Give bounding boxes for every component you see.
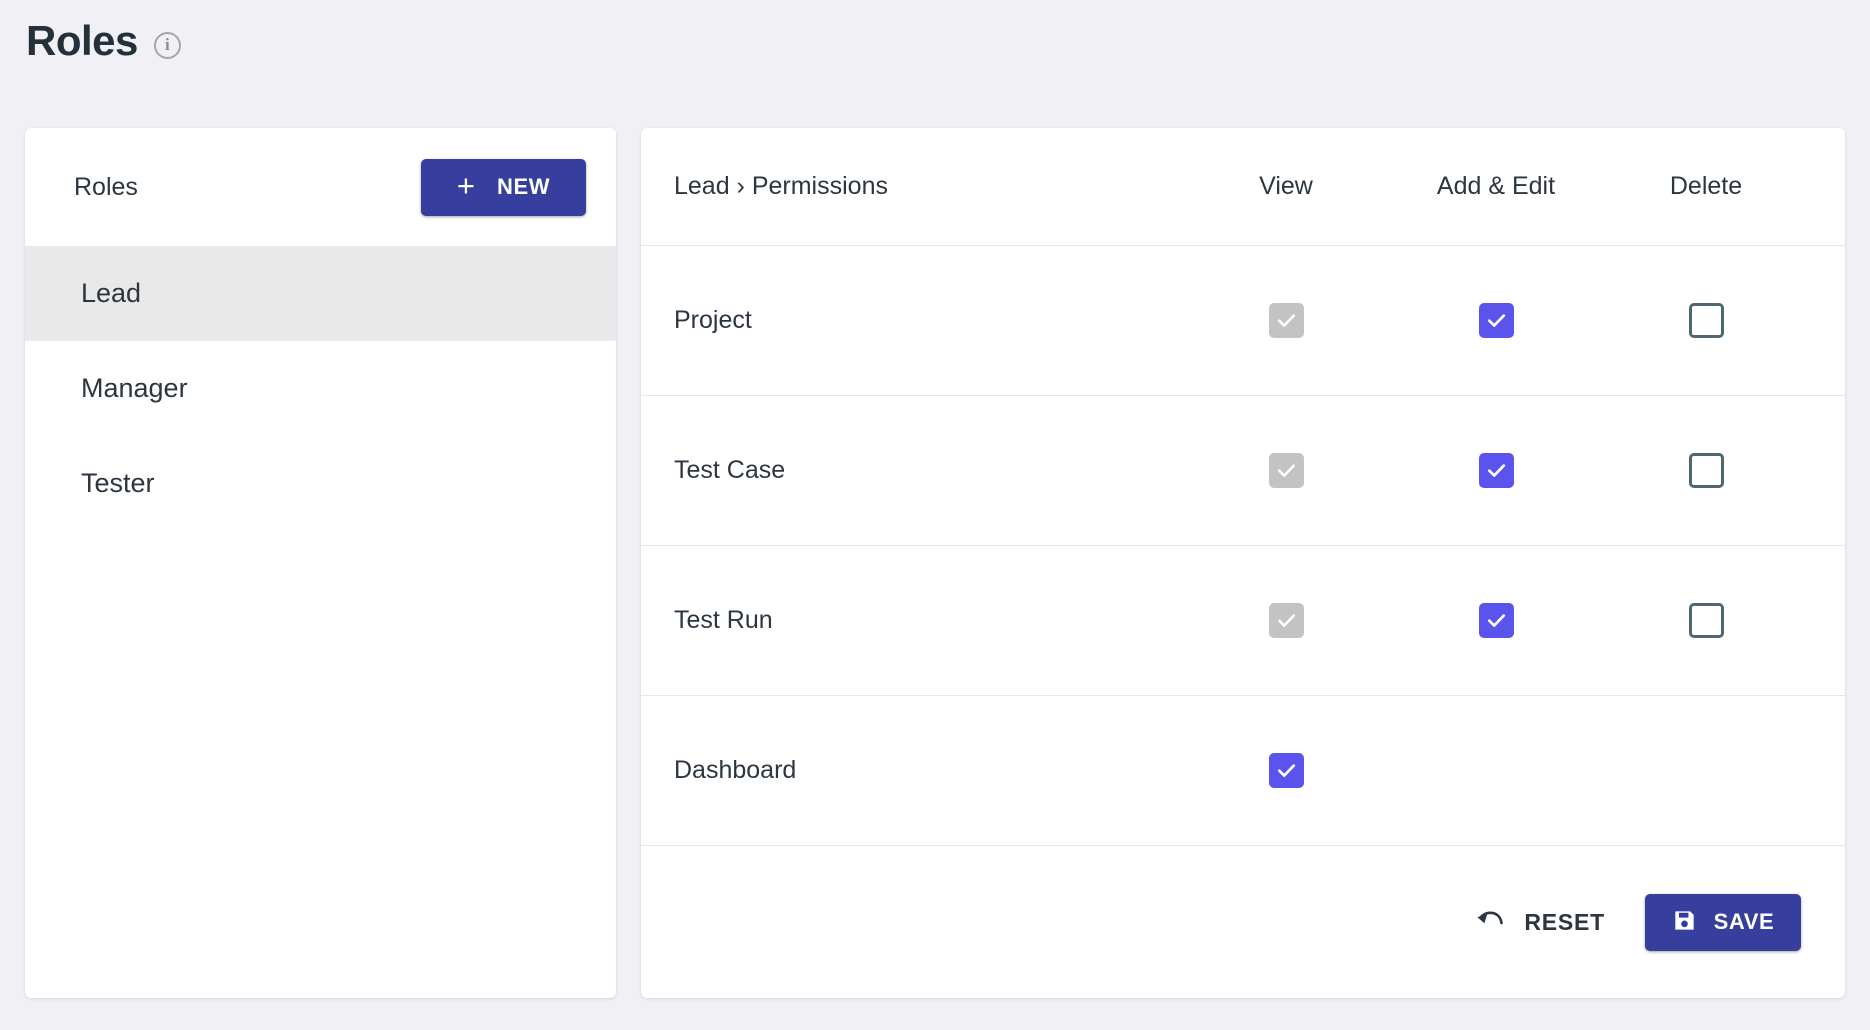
permission-cell-add-edit (1391, 453, 1601, 488)
role-label: Lead (81, 278, 141, 309)
permission-cell-view (1181, 603, 1391, 638)
page-header: Roles i (26, 20, 181, 62)
floppy-disk-icon (1672, 908, 1697, 936)
permission-cell-view (1181, 303, 1391, 338)
checkbox-add-edit-test-run[interactable] (1479, 603, 1514, 638)
reset-button-label: RESET (1524, 909, 1605, 936)
permissions-footer: RESET SAVE (641, 846, 1845, 998)
checkbox-add-edit-project[interactable] (1479, 303, 1514, 338)
permission-row-label: Test Run (641, 606, 1181, 635)
permission-row-project: Project (641, 246, 1845, 396)
permission-row-test-case: Test Case (641, 396, 1845, 546)
roles-list-panel: Roles + NEW Lead Manager Tester (25, 128, 616, 998)
checkbox-add-edit-test-case[interactable] (1479, 453, 1514, 488)
permission-cell-view (1181, 753, 1391, 788)
role-list-item-manager[interactable]: Manager (25, 341, 616, 436)
page-title: Roles (26, 20, 138, 62)
column-header-add-edit: Add & Edit (1391, 172, 1601, 201)
plus-icon: + (457, 170, 475, 201)
checkbox-delete-test-case[interactable] (1689, 453, 1724, 488)
checkbox-delete-test-run[interactable] (1689, 603, 1724, 638)
undo-arrow-icon (1475, 908, 1505, 937)
roles-panel-header: Roles + NEW (25, 128, 616, 246)
checkbox-view-test-case (1269, 453, 1304, 488)
permissions-breadcrumb: Lead › Permissions (641, 172, 1181, 201)
permission-row-label: Project (641, 306, 1181, 335)
permission-cell-delete (1601, 453, 1811, 488)
permissions-panel: Lead › Permissions View Add & Edit Delet… (641, 128, 1845, 998)
roles-settings-page: Roles i Roles + NEW Lead Manager Tester … (0, 0, 1870, 1030)
role-list-item-lead[interactable]: Lead (25, 246, 616, 341)
role-label: Tester (81, 468, 155, 499)
permission-row-dashboard: Dashboard (641, 696, 1845, 846)
checkbox-view-project (1269, 303, 1304, 338)
checkbox-delete-project[interactable] (1689, 303, 1724, 338)
permissions-table-header: Lead › Permissions View Add & Edit Delet… (641, 128, 1845, 246)
permission-cell-view (1181, 453, 1391, 488)
role-label: Manager (81, 373, 188, 404)
permission-row-test-run: Test Run (641, 546, 1845, 696)
permission-row-label: Test Case (641, 456, 1181, 485)
new-role-button[interactable]: + NEW (421, 159, 586, 216)
column-header-view: View (1181, 172, 1391, 201)
role-list: Lead Manager Tester (25, 246, 616, 531)
roles-panel-title: Roles (74, 173, 138, 202)
new-role-button-label: NEW (497, 174, 550, 200)
role-list-item-tester[interactable]: Tester (25, 436, 616, 531)
permission-cell-add-edit (1391, 603, 1601, 638)
info-circle-icon[interactable]: i (154, 32, 181, 59)
permission-cell-delete (1601, 603, 1811, 638)
permission-cell-delete (1601, 303, 1811, 338)
save-button-label: SAVE (1714, 909, 1775, 935)
permission-cell-add-edit (1391, 303, 1601, 338)
permission-row-label: Dashboard (641, 756, 1181, 785)
column-header-delete: Delete (1601, 172, 1811, 201)
save-button[interactable]: SAVE (1645, 894, 1801, 951)
reset-button[interactable]: RESET (1469, 898, 1611, 947)
checkbox-view-dashboard[interactable] (1269, 753, 1304, 788)
checkbox-view-test-run (1269, 603, 1304, 638)
